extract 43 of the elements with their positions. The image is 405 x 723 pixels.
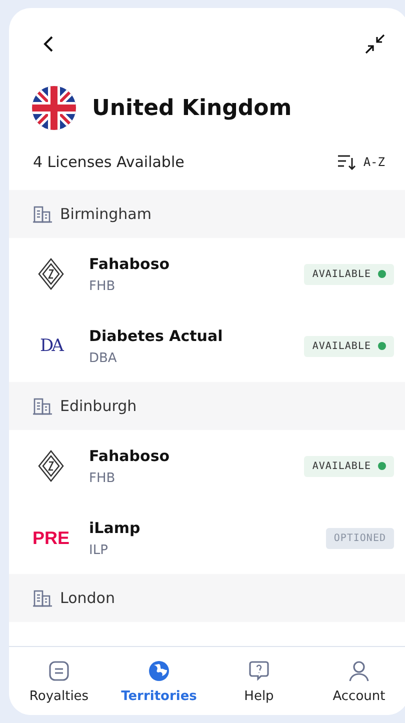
city-name: Birmingham	[60, 205, 152, 223]
status-badge: AVAILABLE	[304, 336, 394, 356]
status-badge: AVAILABLE	[304, 456, 394, 476]
building-icon	[33, 590, 52, 606]
nav-tab[interactable]: Help	[214, 658, 304, 704]
building-icon	[33, 398, 52, 414]
license-code: FHB	[89, 278, 116, 294]
building-icon	[33, 206, 52, 222]
collapse-icon[interactable]	[363, 32, 387, 56]
status-badge: AVAILABLE	[304, 264, 394, 284]
status-badge: OPTIONED	[326, 528, 394, 548]
license-row[interactable]: PRE iLamp ILP OPTIONED	[9, 502, 405, 574]
document-icon	[47, 658, 71, 682]
country-title: United Kingdom	[92, 96, 292, 120]
brand-logo: PRE	[32, 528, 70, 548]
status-dot	[378, 462, 386, 470]
licenses-count: 4 Licenses Available	[33, 153, 184, 171]
flag-icon	[32, 86, 76, 130]
diamond-logo	[38, 258, 64, 290]
nav-tab[interactable]: Territories	[114, 658, 204, 704]
person-icon	[347, 658, 371, 682]
license-name: Diabetes Actual	[89, 326, 224, 344]
nav-tab[interactable]: Account	[314, 658, 404, 704]
status-dot	[378, 342, 386, 350]
license-code: ILP	[89, 542, 109, 558]
license-code: FHB	[89, 470, 116, 486]
sort-icon	[337, 154, 358, 170]
status-dot	[378, 270, 386, 278]
license-name: iLamp	[89, 518, 142, 536]
license-row[interactable]: Fahaboso FHB AVAILABLE	[9, 238, 405, 310]
nav-tab[interactable]: Royalties	[14, 658, 104, 704]
license-row[interactable]: DA Diabetes Actual DBA AVAILABLE	[9, 310, 405, 382]
sort-button[interactable]: A-Z	[337, 154, 385, 170]
globe-icon	[147, 658, 171, 682]
license-name: Fahaboso	[89, 446, 171, 464]
city-name: London	[60, 589, 115, 607]
license-name: Fahaboso	[89, 254, 171, 272]
help-icon	[247, 658, 271, 682]
license-code: DBA	[89, 350, 118, 366]
brand-logo: DA	[40, 336, 62, 356]
diamond-logo	[38, 450, 64, 482]
city-name: Edinburgh	[60, 397, 137, 415]
license-row[interactable]: Fahaboso FHB AVAILABLE	[9, 430, 405, 502]
